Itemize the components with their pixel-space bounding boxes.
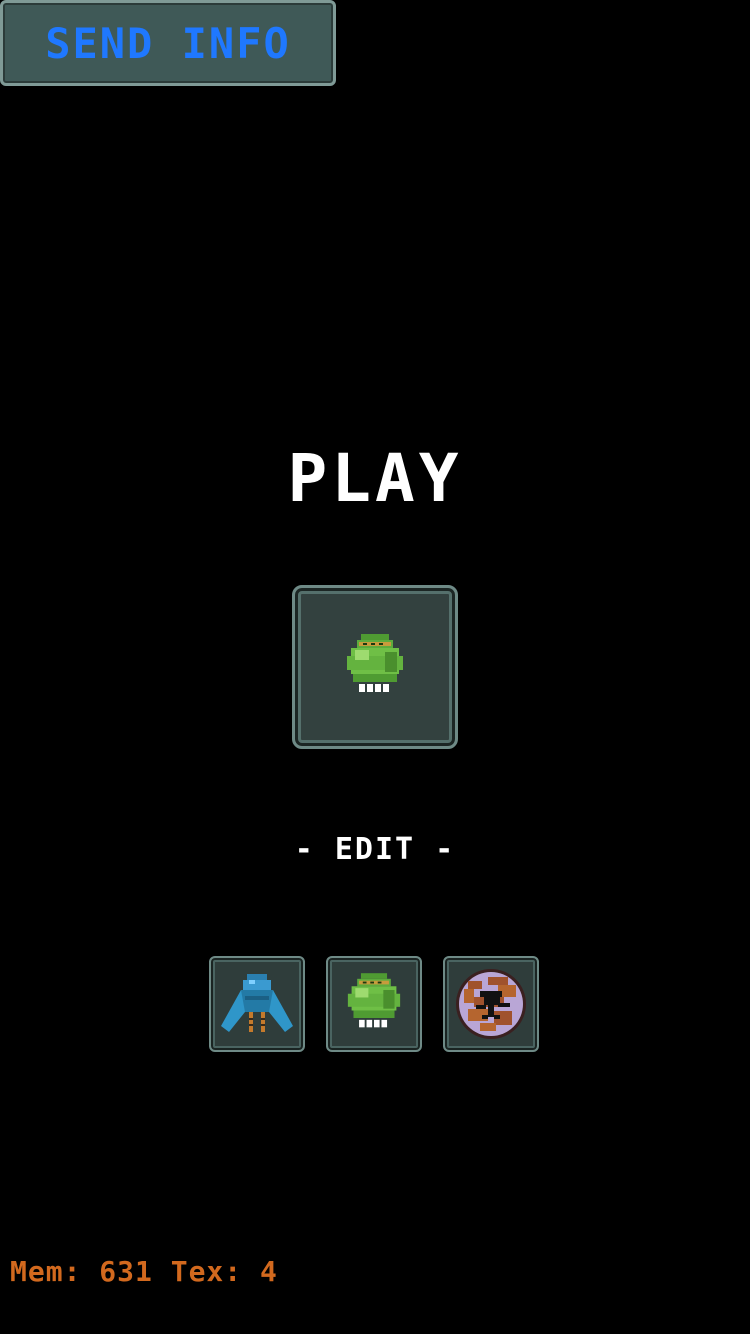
play-title[interactable]: PLAY [0, 440, 750, 517]
send-info-button[interactable]: SEND INFO [0, 0, 336, 86]
blue-ship-icon [221, 974, 293, 1032]
planet-icon [456, 969, 526, 1039]
edit-slot-planet[interactable] [443, 956, 539, 1052]
edit-slot-ship[interactable] [209, 956, 305, 1052]
play-character-slot[interactable] [292, 585, 458, 749]
debug-memory-text: Mem: 631 Tex: 4 [10, 1255, 278, 1288]
green-robot-icon [347, 634, 403, 692]
edit-slot-robot[interactable] [326, 956, 422, 1052]
edit-label: - EDIT - [294, 832, 456, 867]
green-robot-icon [347, 973, 401, 1028]
send-info-label: SEND INFO [45, 18, 291, 68]
